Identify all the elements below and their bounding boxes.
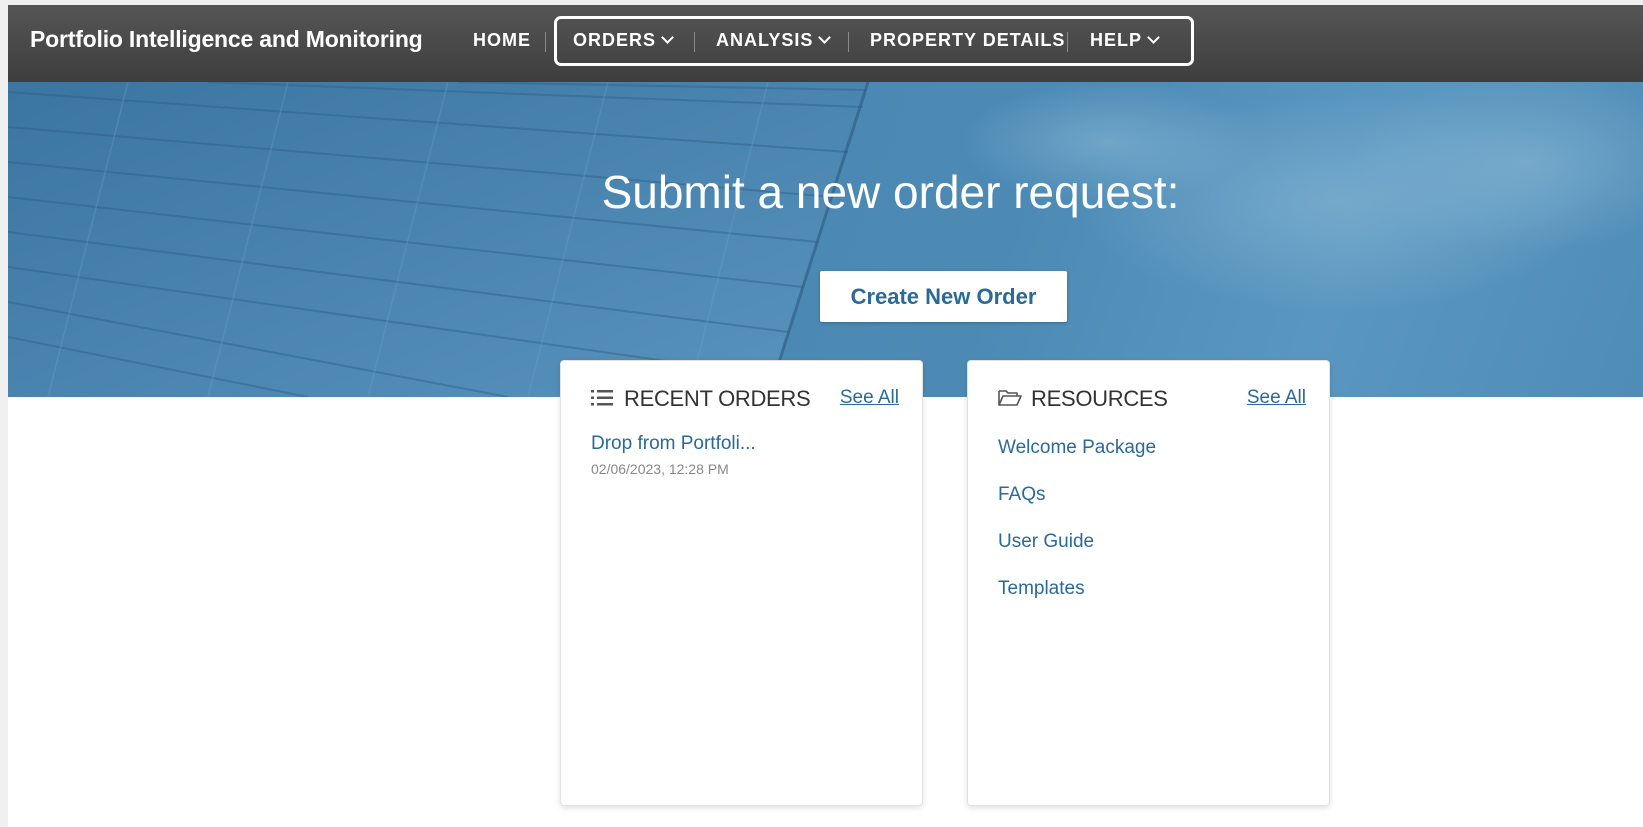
recent-order-link[interactable]: Drop from Portfoli...	[591, 433, 756, 455]
nav-orders-label: ORDERS	[573, 30, 657, 50]
nav-separator	[1067, 32, 1068, 52]
list-icon	[591, 388, 613, 413]
resource-faqs-link[interactable]: FAQs	[998, 484, 1046, 506]
nav-analysis[interactable]: ANALYSIS	[716, 30, 832, 51]
nav-help-label: HELP	[1090, 30, 1143, 50]
nav-orders[interactable]: ORDERS	[573, 30, 674, 51]
resources-header: RESOURCES See All	[998, 385, 1308, 415]
resources-see-all-link[interactable]: See All	[1247, 387, 1306, 409]
recent-orders-card: RECENT ORDERS See All Drop from Portfoli…	[560, 360, 923, 806]
resources-title: RESOURCES	[1031, 386, 1168, 411]
nav-separator	[545, 32, 546, 52]
app-title[interactable]: Portfolio Intelligence and Monitoring	[30, 26, 423, 53]
resources-card: RESOURCES See All Welcome Package FAQs U…	[967, 360, 1330, 806]
recent-orders-title: RECENT ORDERS	[624, 386, 811, 411]
resource-user-guide-link[interactable]: User Guide	[998, 531, 1094, 553]
nav-property-details[interactable]: PROPERTY DETAILS	[870, 30, 1065, 51]
nav-separator	[694, 32, 695, 52]
building-background-image	[8, 82, 1643, 397]
nav-analysis-label: ANALYSIS	[716, 30, 814, 50]
nav-help[interactable]: HELP	[1090, 30, 1160, 51]
resource-welcome-package-link[interactable]: Welcome Package	[998, 437, 1156, 459]
chevron-down-icon	[1147, 31, 1160, 44]
create-new-order-button[interactable]: Create New Order	[820, 271, 1067, 322]
resource-templates-link[interactable]: Templates	[998, 578, 1085, 600]
chevron-down-icon	[661, 31, 674, 44]
recent-order-date: 02/06/2023, 12:28 PM	[591, 461, 729, 477]
app-frame: Portfolio Intelligence and Monitoring HO…	[8, 5, 1643, 827]
nav-home[interactable]: HOME	[473, 30, 531, 51]
recent-orders-header: RECENT ORDERS See All	[591, 385, 901, 415]
hero-banner: Submit a new order request: Create New O…	[8, 82, 1643, 397]
chevron-down-icon	[818, 31, 832, 44]
nav-separator	[848, 32, 849, 52]
folder-open-icon	[998, 388, 1022, 413]
top-navigation-bar: Portfolio Intelligence and Monitoring HO…	[8, 5, 1643, 82]
recent-orders-see-all-link[interactable]: See All	[840, 387, 899, 409]
nav-property-details-label: PROPERTY DETAILS	[870, 30, 1066, 50]
hero-title: Submit a new order request:	[601, 166, 1180, 218]
